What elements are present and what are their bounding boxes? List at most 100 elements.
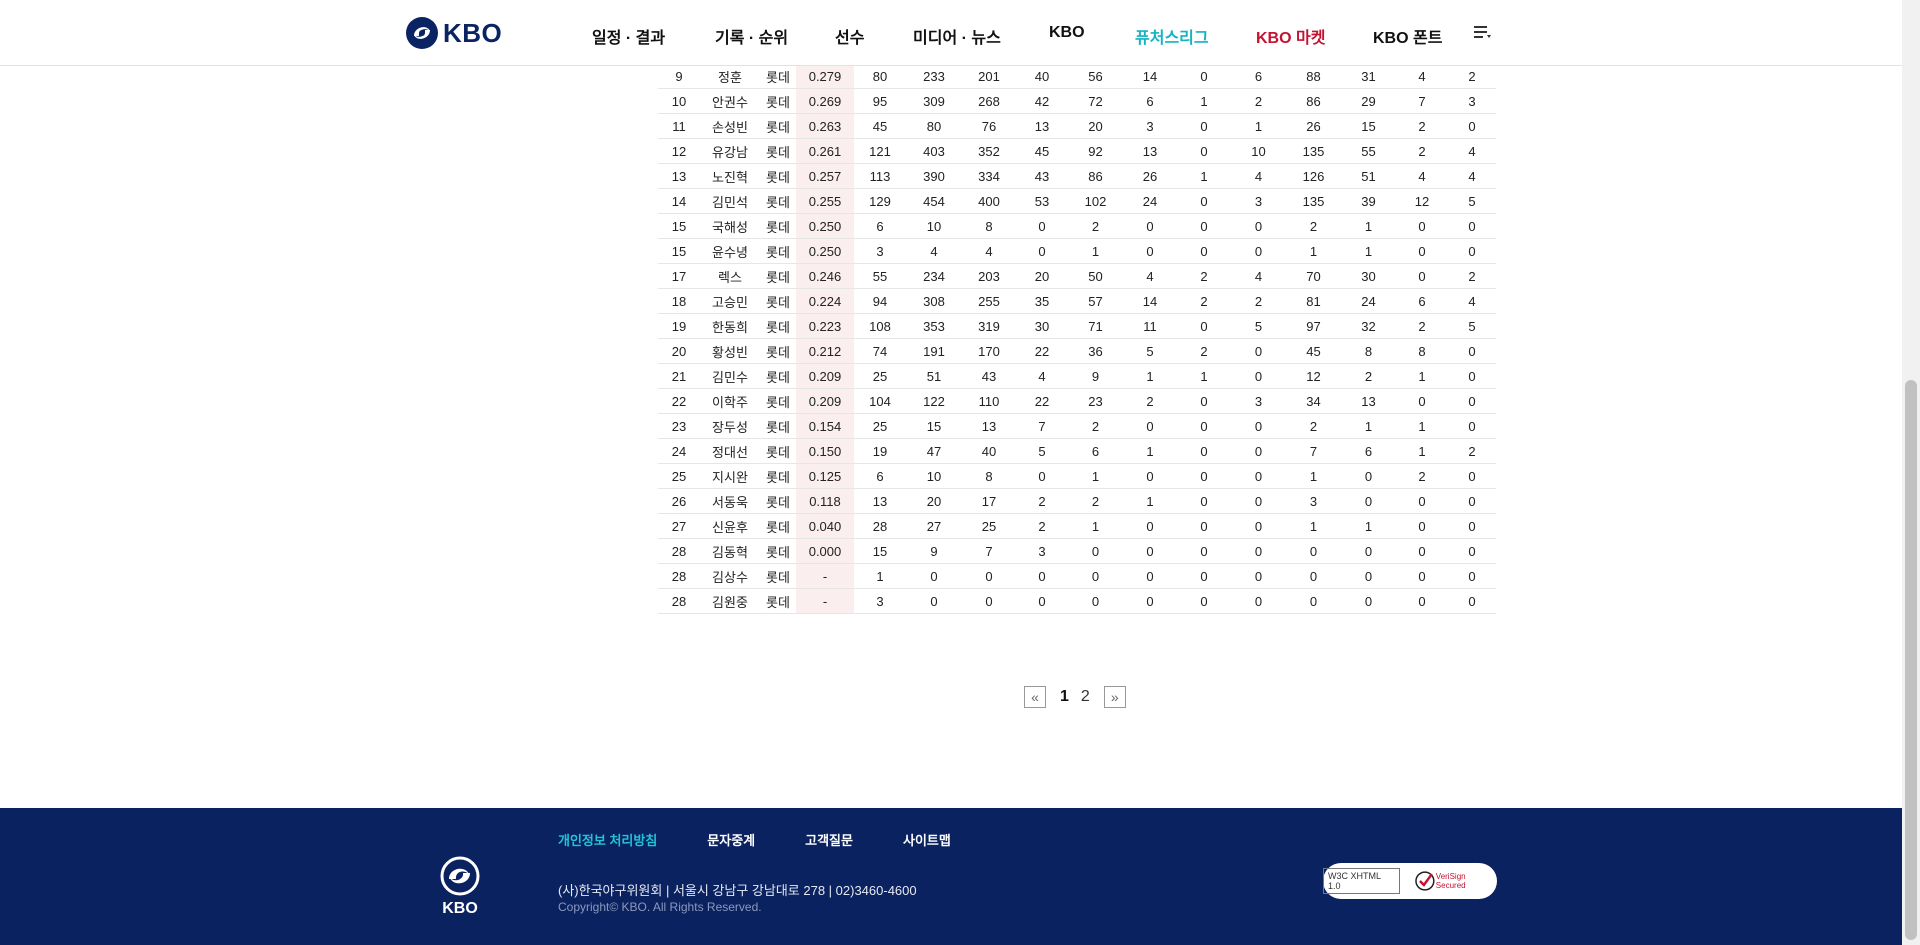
team-cell: 롯데 bbox=[760, 588, 796, 614]
player-name-cell[interactable]: 김상수 bbox=[700, 563, 760, 589]
stat-cell: 121 bbox=[854, 138, 906, 164]
nav-records-rankings[interactable]: 기록 · 순위 bbox=[715, 24, 788, 48]
stat-cell: 40 bbox=[1016, 63, 1068, 89]
page-2-link[interactable]: 2 bbox=[1081, 688, 1090, 706]
prev-page-button[interactable]: « bbox=[1024, 686, 1046, 708]
table-row: 10 안권수 롯데 0.269 95 309 268 42 72 6 1 2 86 29 7 3 bbox=[658, 88, 1496, 114]
stat-cell: 19 bbox=[854, 438, 906, 464]
pagination: « 1 2 » bbox=[1024, 685, 1126, 709]
player-name-cell[interactable]: 김동혁 bbox=[700, 538, 760, 564]
stat-cell: 0 bbox=[1396, 588, 1448, 614]
stat-cell: 203 bbox=[962, 263, 1016, 289]
stat-cell: 0 bbox=[1177, 413, 1231, 439]
table-row: 18 고승민 롯데 0.224 94 308 255 35 57 14 2 2 81 24 6 4 bbox=[658, 288, 1496, 314]
stat-cell: 1 bbox=[1123, 488, 1177, 514]
player-name-cell[interactable]: 손성빈 bbox=[700, 113, 760, 139]
stat-cell: 14 bbox=[1123, 288, 1177, 314]
rank-cell: 10 bbox=[658, 88, 700, 114]
stat-cell: 0 bbox=[1068, 588, 1123, 614]
stat-cell: 92 bbox=[1068, 138, 1123, 164]
stat-cell: 13 bbox=[854, 488, 906, 514]
stat-cell: 3 bbox=[1448, 88, 1496, 114]
nav-kbo-font[interactable]: KBO 폰트 bbox=[1373, 24, 1442, 48]
stat-cell: 0 bbox=[1177, 138, 1231, 164]
next-page-button[interactable]: » bbox=[1103, 686, 1126, 708]
avg-cell: 0.255 bbox=[796, 188, 854, 214]
nav-kbo[interactable]: KBO bbox=[1049, 24, 1085, 42]
stat-cell: 20 bbox=[906, 488, 962, 514]
stat-cell: 454 bbox=[906, 188, 962, 214]
player-name-cell[interactable]: 김민석 bbox=[700, 188, 760, 214]
player-name-cell[interactable]: 지시완 bbox=[700, 463, 760, 489]
nav-schedule-results[interactable]: 일정 · 결과 bbox=[592, 24, 665, 48]
player-name-cell[interactable]: 신윤후 bbox=[700, 513, 760, 539]
footer-links: 개인정보 처리방침 문자중계 고객질문 사이트맵 bbox=[558, 830, 1001, 849]
stat-cell: 170 bbox=[962, 338, 1016, 364]
stat-cell: 0 bbox=[1231, 463, 1286, 489]
stat-cell: 3 bbox=[1123, 113, 1177, 139]
stat-cell: 135 bbox=[1286, 188, 1341, 214]
stat-cell: 0 bbox=[1448, 413, 1496, 439]
stat-cell: 71 bbox=[1068, 313, 1123, 339]
stat-cell: 4 bbox=[1016, 363, 1068, 389]
player-name-cell[interactable]: 이학주 bbox=[700, 388, 760, 414]
table-row: 9 정훈 롯데 0.279 80 233 201 40 56 14 0 6 88 31 4 2 bbox=[658, 63, 1496, 89]
nav-kbo-market[interactable]: KBO 마켓 bbox=[1256, 24, 1325, 48]
stat-cell: 7 bbox=[1016, 413, 1068, 439]
rank-cell: 12 bbox=[658, 138, 700, 164]
avg-cell: 0.154 bbox=[796, 413, 854, 439]
player-name-cell[interactable]: 정대선 bbox=[700, 438, 760, 464]
stat-cell: 1 bbox=[1341, 213, 1396, 239]
stat-cell: 1 bbox=[1341, 238, 1396, 264]
w3c-xhtml-badge[interactable]: W3C XHTML 1.0 bbox=[1323, 868, 1401, 894]
kbo-logo[interactable]: KBO bbox=[405, 14, 502, 52]
stat-cell: 86 bbox=[1286, 88, 1341, 114]
player-name-cell[interactable]: 김민수 bbox=[700, 363, 760, 389]
player-name-cell[interactable]: 정훈 bbox=[700, 63, 760, 89]
team-cell: 롯데 bbox=[760, 413, 796, 439]
scrollbar-thumb[interactable] bbox=[1905, 380, 1917, 940]
nav-media-news[interactable]: 미디어 · 뉴스 bbox=[913, 24, 1001, 48]
player-name-cell[interactable]: 장두성 bbox=[700, 413, 760, 439]
nav-futures-league[interactable]: 퓨처스리그 bbox=[1135, 24, 1209, 48]
verisign-badge-label: VeriSign Secured bbox=[1435, 872, 1466, 890]
stat-cell: 0 bbox=[906, 588, 962, 614]
player-name-cell[interactable]: 고승민 bbox=[700, 288, 760, 314]
page-1-link[interactable]: 1 bbox=[1060, 688, 1069, 706]
stat-cell: 0 bbox=[1231, 363, 1286, 389]
stat-cell: 11 bbox=[1123, 313, 1177, 339]
player-name-cell[interactable]: 김원중 bbox=[700, 588, 760, 614]
player-name-cell[interactable]: 유강남 bbox=[700, 138, 760, 164]
stat-cell: 1 bbox=[1286, 463, 1341, 489]
player-name-cell[interactable]: 한동희 bbox=[700, 313, 760, 339]
player-name-cell[interactable]: 노진혁 bbox=[700, 163, 760, 189]
avg-cell: 0.263 bbox=[796, 113, 854, 139]
player-name-cell[interactable]: 황성빈 bbox=[700, 338, 760, 364]
player-name-cell[interactable]: 윤수녕 bbox=[700, 238, 760, 264]
stat-cell: 8 bbox=[962, 463, 1016, 489]
stat-cell: 0 bbox=[1448, 513, 1496, 539]
stat-cell: 319 bbox=[962, 313, 1016, 339]
page-scrollbar[interactable] bbox=[1902, 0, 1920, 945]
player-name-cell[interactable]: 렉스 bbox=[700, 263, 760, 289]
verisign-badge[interactable]: VeriSign Secured bbox=[1414, 870, 1497, 892]
table-row: 11 손성빈 롯데 0.263 45 80 76 13 20 3 0 1 26 15 2 0 bbox=[658, 113, 1496, 139]
stat-cell: 4 bbox=[1231, 263, 1286, 289]
footer-link-sitemap[interactable]: 사이트맵 bbox=[903, 830, 951, 849]
stat-cell: 45 bbox=[1016, 138, 1068, 164]
stat-cell: 8 bbox=[1396, 338, 1448, 364]
footer-link-privacy[interactable]: 개인정보 처리방침 bbox=[558, 830, 657, 849]
stat-cell: 1 bbox=[1123, 438, 1177, 464]
stat-cell: 3 bbox=[854, 238, 906, 264]
player-name-cell[interactable]: 안권수 bbox=[700, 88, 760, 114]
player-name-cell[interactable]: 국해성 bbox=[700, 213, 760, 239]
stat-cell: 352 bbox=[962, 138, 1016, 164]
stat-cell: 0 bbox=[1448, 213, 1496, 239]
footer-link-customer-questions[interactable]: 고객질문 bbox=[805, 830, 853, 849]
player-name-cell[interactable]: 서동욱 bbox=[700, 488, 760, 514]
footer-link-live-text[interactable]: 문자중계 bbox=[707, 830, 755, 849]
stat-cell: 43 bbox=[1016, 163, 1068, 189]
nav-players[interactable]: 선수 bbox=[835, 24, 864, 48]
table-body: 8롯데0.28812533829037831836107361119정훈롯데0.… bbox=[658, 51, 1496, 614]
menu-toggle-icon[interactable] bbox=[1474, 24, 1492, 40]
